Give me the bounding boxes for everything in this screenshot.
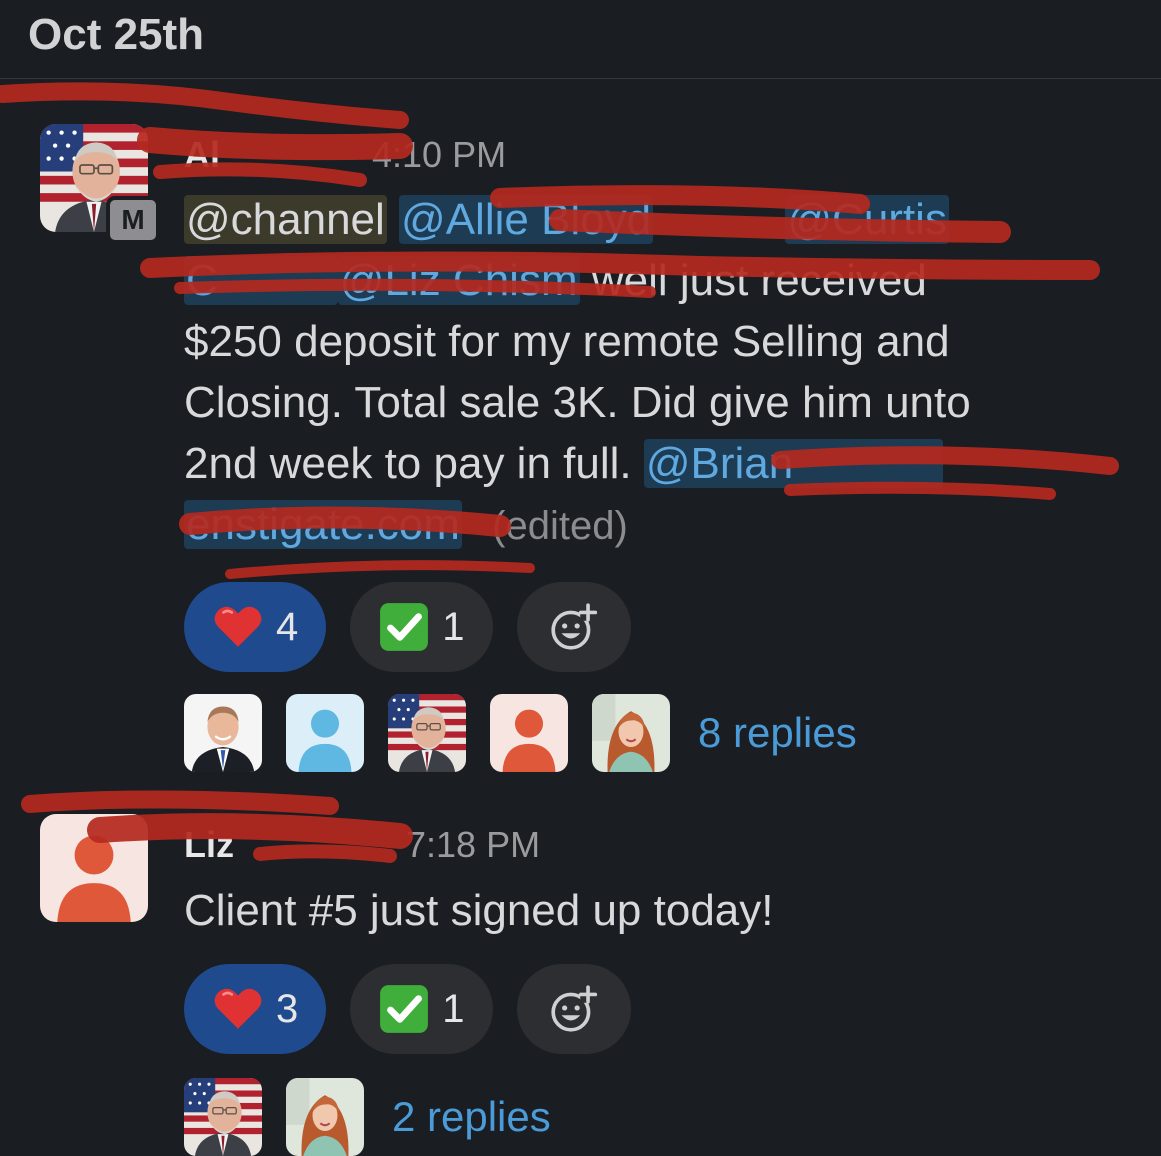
reply-count-link[interactable]: 2 replies	[392, 1093, 551, 1141]
message-text-line: $250 deposit for my remote Selling and	[184, 317, 950, 366]
message-body: Client #5 just signed up today!	[184, 886, 774, 935]
mention-user[interactable]: @Liz Chism	[337, 256, 580, 305]
message-text-line: Closing. Total sale 3K. Did give him unt…	[184, 378, 971, 427]
add-reaction-button[interactable]	[516, 964, 631, 1054]
reaction-bar: 4 1	[184, 582, 631, 672]
thread-replies[interactable]: 8 replies	[184, 694, 857, 772]
message-text-line: 2nd week to pay in full.	[184, 439, 632, 488]
reply-avatar	[490, 694, 568, 772]
add-reaction-button[interactable]	[516, 582, 631, 672]
mention-user[interactable]: @Curtis	[785, 195, 949, 244]
reaction-bar: 3 1	[184, 964, 631, 1054]
add-emoji-icon	[548, 601, 600, 653]
check-mark-icon	[378, 601, 430, 653]
message-timestamp[interactable]: 4:10 PM	[372, 134, 506, 175]
date-divider-line	[0, 78, 1161, 79]
author-name[interactable]: Al	[184, 134, 220, 175]
reply-avatar	[184, 1078, 262, 1156]
reaction-count: 1	[442, 986, 465, 1031]
reaction-heart[interactable]: 4	[184, 582, 327, 672]
mention-user[interactable]: @Allie Bloyd	[399, 195, 654, 244]
reaction-count: 1	[442, 604, 465, 649]
reply-count-link[interactable]: 8 replies	[698, 709, 857, 757]
reaction-heart[interactable]: 3	[184, 964, 327, 1054]
message-meta: Al 4:10 PM	[184, 134, 506, 176]
reply-avatar	[592, 694, 670, 772]
add-emoji-icon	[548, 983, 600, 1035]
reaction-count: 3	[276, 986, 299, 1031]
thread-replies[interactable]: 2 replies	[184, 1078, 551, 1156]
reply-avatar	[184, 694, 262, 772]
author-name[interactable]: Liz	[184, 824, 234, 865]
reply-avatar	[388, 694, 466, 772]
reaction-count: 4	[276, 604, 299, 649]
reply-avatar	[286, 694, 364, 772]
reaction-check[interactable]: 1	[350, 582, 493, 672]
mention-user[interactable]: C	[184, 256, 338, 305]
heart-icon	[212, 983, 264, 1035]
heart-icon	[212, 601, 264, 653]
edited-label: (edited)	[492, 504, 628, 548]
mention-channel[interactable]: @channel	[184, 195, 387, 244]
workspace-badge: M	[106, 196, 160, 244]
reply-avatar	[286, 1078, 364, 1156]
message-body: @channel @Allie Bloyd @Curtis C @Liz Chis…	[184, 189, 1124, 557]
author-avatar[interactable]	[40, 814, 148, 922]
message-text-line: well just received	[591, 256, 927, 305]
mention-user[interactable]: enstigate.com	[184, 500, 462, 549]
check-mark-icon	[378, 983, 430, 1035]
message-meta: Liz 7:18 PM	[184, 824, 540, 866]
message-timestamp[interactable]: 7:18 PM	[406, 824, 540, 865]
mention-user[interactable]: @Brian	[643, 439, 944, 488]
date-divider-label: Oct 25th	[28, 10, 205, 59]
reaction-check[interactable]: 1	[350, 964, 493, 1054]
